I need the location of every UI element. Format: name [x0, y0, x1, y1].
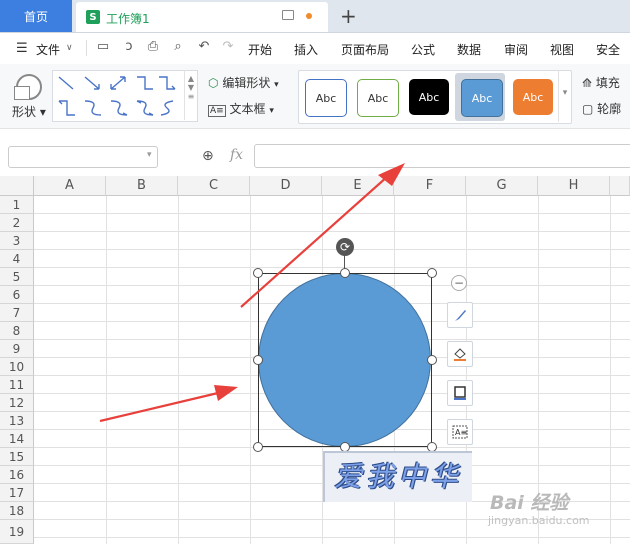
- wordart-text: 爱我中华: [334, 460, 463, 493]
- baidu-jingyan-logo: Bai 经验: [490, 492, 569, 514]
- arrow-to-circle: [99, 385, 238, 423]
- arrow-to-formula-bar: [240, 163, 405, 308]
- annotation-arrows: [99, 163, 405, 423]
- baidu-jingyan-url: jingyan.baidu.com: [488, 514, 590, 527]
